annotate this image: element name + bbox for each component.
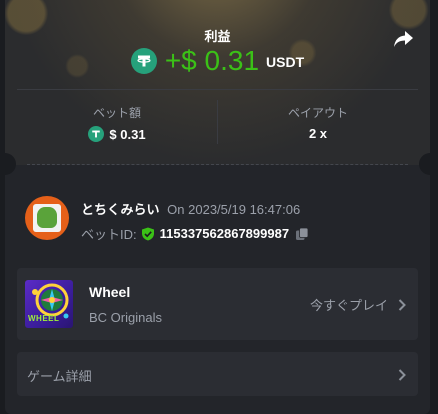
bet-id-line: ベットID: 115337562867899987 [81,224,309,243]
profit-header: 利益 +$ 0.31 USDT ベット額 $ 0.31 ペイアウト 2 x [5,0,430,165]
username[interactable]: とちくみらい [81,202,160,217]
chevron-right-icon [398,298,406,311]
dashed-divider [27,164,408,165]
avatar[interactable] [25,196,69,240]
ticket-notch-right [419,153,430,175]
game-thumb-label: WHEEL [28,314,60,323]
usdt-coin-icon [130,48,157,74]
share-arrow-icon[interactable] [392,28,414,50]
payout-value: 2 x [308,126,328,141]
copy-icon[interactable] [295,227,309,241]
game-provider: BC Originals [89,310,162,325]
bet-datetime: 2023/5/19 16:47:06 [188,202,301,217]
play-now-label: 今すぐプレイ [309,298,388,313]
verified-shield-icon [141,227,155,241]
profit-currency: USDT [266,54,305,70]
user-line: とちくみらい On 2023/5/19 16:47:06 [81,199,300,218]
bet-id-label: ベットID: [81,227,137,242]
bet-amount-value-row: $ 0.31 [88,126,146,142]
profit-title: 利益 [204,29,231,44]
game-thumbnail[interactable]: WHEEL [25,280,73,328]
game-card[interactable]: WHEEL Wheel BC Originals 今すぐプレイ [17,268,418,340]
usdt-coin-icon [88,126,105,142]
bet-detail-card: 利益 +$ 0.31 USDT ベット額 $ 0.31 ペイアウト 2 x とち… [5,0,430,414]
avatar-character [37,207,57,228]
bet-time: On 2023/5/19 16:47:06 [167,202,300,217]
bet-stats: ベット額 $ 0.31 ペイアウト 2 x [17,89,418,154]
payout-label: ペイアウト [287,106,348,120]
game-details-label: ゲーム詳細 [27,369,92,384]
profit-amount: +$ 0.31 [164,45,260,76]
chevron-right-icon [398,368,406,381]
user-info: とちくみらい On 2023/5/19 16:47:06 ベットID: 1153… [25,196,415,246]
game-details-row[interactable]: ゲーム詳細 [17,352,418,396]
bet-amount-label: ベット額 [92,106,141,120]
bet-amount-value: $ 0.31 [109,126,146,142]
profit-amount-row: +$ 0.31 USDT [5,44,430,78]
bet-amount-stat: ベット額 $ 0.31 [17,90,217,154]
game-name: Wheel [89,284,131,300]
payout-stat: ペイアウト 2 x [218,90,418,154]
bet-id: 115337562867899987 [159,226,290,241]
play-now-button[interactable]: 今すぐプレイ [310,295,406,314]
bet-time-prefix: On [167,202,185,217]
